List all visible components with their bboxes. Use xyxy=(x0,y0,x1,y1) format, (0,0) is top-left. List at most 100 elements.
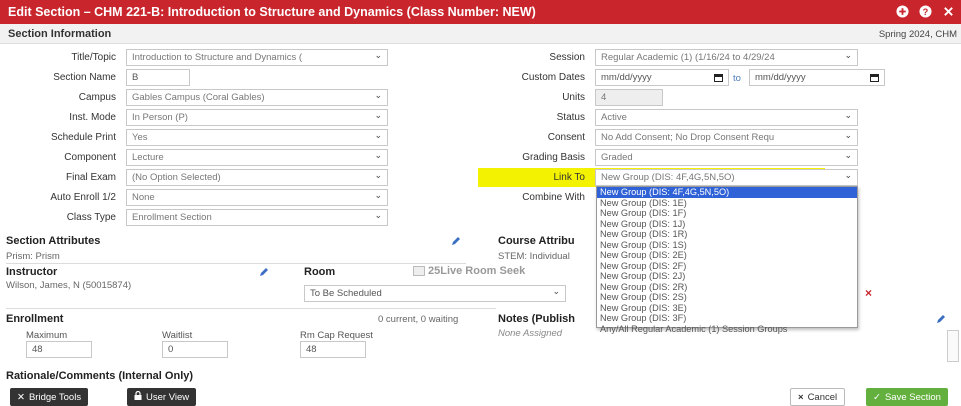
notes-scrollbar[interactable] xyxy=(947,330,959,362)
component-select[interactable]: Lecture ⌄ xyxy=(126,149,388,166)
status-select[interactable]: Active ⌄ xyxy=(595,109,858,126)
calendar-icon[interactable] xyxy=(714,74,723,82)
edit-pencil-icon[interactable] xyxy=(258,266,270,278)
maximum-input[interactable]: 48 xyxy=(26,341,92,358)
title-topic-label: Title/Topic xyxy=(71,52,116,63)
combine-with-label: Combine With xyxy=(522,192,585,203)
rm-cap-label: Rm Cap Request xyxy=(300,330,373,341)
chevron-down-icon: ⌄ xyxy=(552,286,560,296)
chevron-down-icon: ⌄ xyxy=(374,90,382,100)
waitlist-input[interactable]: 0 xyxy=(162,341,228,358)
units-label: Units xyxy=(562,92,585,103)
maximum-value: 48 xyxy=(32,344,43,355)
user-view-button[interactable]: User View xyxy=(127,388,197,406)
window-titlebar: Edit Section – CHM 221-B: Introduction t… xyxy=(0,0,961,24)
section-name-value: B xyxy=(132,72,139,83)
schedule-print-label: Schedule Print xyxy=(50,132,116,143)
maximum-label: Maximum xyxy=(26,330,68,341)
class-type-label: Class Type xyxy=(66,212,116,223)
consent-select[interactable]: No Add Consent; No Drop Consent Requ ⌄ xyxy=(595,129,858,146)
section-name-input[interactable]: B xyxy=(126,69,190,86)
chevron-down-icon: ⌄ xyxy=(844,150,852,160)
title-topic-select[interactable]: Introduction to Structure and Dynamics (… xyxy=(126,49,388,66)
cancel-button[interactable]: × Cancel xyxy=(790,388,846,406)
room-select[interactable]: To Be Scheduled ⌄ xyxy=(304,285,566,302)
final-exam-value: (No Option Selected) xyxy=(132,172,221,183)
campus-select[interactable]: Gables Campus (Coral Gables) ⌄ xyxy=(126,89,388,106)
link-to-option[interactable]: Any/All Regular Academic (1) Session Gro… xyxy=(597,324,857,335)
plus-circle-icon[interactable] xyxy=(895,4,909,18)
bridge-tools-button[interactable]: ✕ Bridge Tools xyxy=(10,388,89,406)
section-information-header: Section Information Spring 2024, CHM xyxy=(0,24,961,44)
save-section-label: Save Section xyxy=(884,391,941,403)
link-to-option[interactable]: New Group (DIS: 1E) xyxy=(597,198,857,209)
room-seek-checkbox[interactable] xyxy=(413,266,425,276)
link-to-option[interactable]: New Group (DIS: 1J) xyxy=(597,219,857,230)
tools-icon: ✕ xyxy=(17,391,25,403)
link-to-option[interactable]: New Group (DIS: 1S) xyxy=(597,240,857,251)
campus-label: Campus xyxy=(78,92,116,103)
class-type-select[interactable]: Enrollment Section ⌄ xyxy=(126,209,388,226)
close-icon[interactable] xyxy=(941,4,955,18)
link-to-option[interactable]: New Group (DIS: 3F) xyxy=(597,313,857,324)
link-to-option[interactable]: New Group (DIS: 3E) xyxy=(597,303,857,314)
link-to-option[interactable]: New Group (DIS: 1R) xyxy=(597,229,857,240)
consent-label: Consent xyxy=(547,132,585,143)
link-to-option[interactable]: New Group (DIS: 2F) xyxy=(597,261,857,272)
grading-basis-value: Graded xyxy=(601,152,633,163)
term-label: Spring 2024, CHM xyxy=(878,29,957,40)
units-value: 4 xyxy=(601,92,607,103)
divider xyxy=(6,263,466,264)
custom-start-date-input[interactable]: mm/dd/yyyy xyxy=(595,69,729,86)
custom-dates-to: to xyxy=(733,73,741,84)
link-to-option[interactable]: New Group (DIS: 1F) xyxy=(597,208,857,219)
instructor-value: Wilson, James, N (50015874) xyxy=(6,280,132,291)
inst-mode-value: In Person (P) xyxy=(132,112,188,123)
auto-enroll-value: None xyxy=(132,192,155,203)
units-field: 4 xyxy=(595,89,663,106)
link-to-dropdown[interactable]: New Group (DIS: 4F,4G,5N,5O) New Group (… xyxy=(596,186,858,334)
auto-enroll-select[interactable]: None ⌄ xyxy=(126,189,388,206)
auto-enroll-label: Auto Enroll 1/2 xyxy=(50,192,116,203)
link-to-option[interactable]: New Group (DIS: 2E) xyxy=(597,250,857,261)
room-seek-label: 25Live Room Seek xyxy=(428,265,526,277)
schedule-print-select[interactable]: Yes ⌄ xyxy=(126,129,388,146)
section-information-heading: Section Information xyxy=(8,28,112,40)
link-to-option[interactable]: New Group (DIS: 2S) xyxy=(597,292,857,303)
rationale-heading: Rationale/Comments (Internal Only) xyxy=(6,370,194,382)
checkmark-icon: ✓ xyxy=(873,391,881,403)
notes-value: None Assigned xyxy=(498,328,563,339)
chevron-down-icon: ⌄ xyxy=(374,150,382,160)
edit-pencil-icon[interactable] xyxy=(935,313,947,325)
user-view-label: User View xyxy=(146,391,190,403)
link-to-option[interactable]: New Group (DIS: 2R) xyxy=(597,282,857,293)
final-exam-select[interactable]: (No Option Selected) ⌄ xyxy=(126,169,388,186)
chevron-down-icon: ⌄ xyxy=(844,170,852,180)
remove-x-icon[interactable]: × xyxy=(865,286,872,300)
course-attributes-value: STEM: Individual xyxy=(498,251,570,262)
svg-text:?: ? xyxy=(922,6,928,16)
custom-end-date-placeholder: mm/dd/yyyy xyxy=(755,72,806,83)
lock-icon xyxy=(134,390,142,403)
notes-heading: Notes (Publish xyxy=(498,313,576,325)
grading-basis-select[interactable]: Graded ⌄ xyxy=(595,149,858,166)
chevron-down-icon: ⌄ xyxy=(374,210,382,220)
chevron-down-icon: ⌄ xyxy=(844,110,852,120)
rm-cap-input[interactable]: 48 xyxy=(300,341,366,358)
link-to-select[interactable]: New Group (DIS: 4F,4G,5N,5O) ⌄ xyxy=(595,169,858,186)
inst-mode-select[interactable]: In Person (P) ⌄ xyxy=(126,109,388,126)
course-attributes-heading: Course Attribu xyxy=(498,235,575,247)
calendar-icon[interactable] xyxy=(870,74,879,82)
link-to-option[interactable]: New Group (DIS: 4F,4G,5N,5O) xyxy=(597,187,857,198)
enrollment-heading: Enrollment xyxy=(6,313,64,325)
session-select[interactable]: Regular Academic (1) (1/16/24 to 4/29/24… xyxy=(595,49,858,66)
waitlist-value: 0 xyxy=(168,344,174,355)
chevron-down-icon: ⌄ xyxy=(374,190,382,200)
component-label: Component xyxy=(64,152,116,163)
custom-end-date-input[interactable]: mm/dd/yyyy xyxy=(749,69,885,86)
save-section-button[interactable]: ✓ Save Section xyxy=(866,388,948,406)
help-circle-icon[interactable]: ? xyxy=(918,4,932,18)
link-to-option[interactable]: New Group (DIS: 2J) xyxy=(597,271,857,282)
edit-pencil-icon[interactable] xyxy=(450,235,462,247)
session-label: Session xyxy=(549,52,585,63)
